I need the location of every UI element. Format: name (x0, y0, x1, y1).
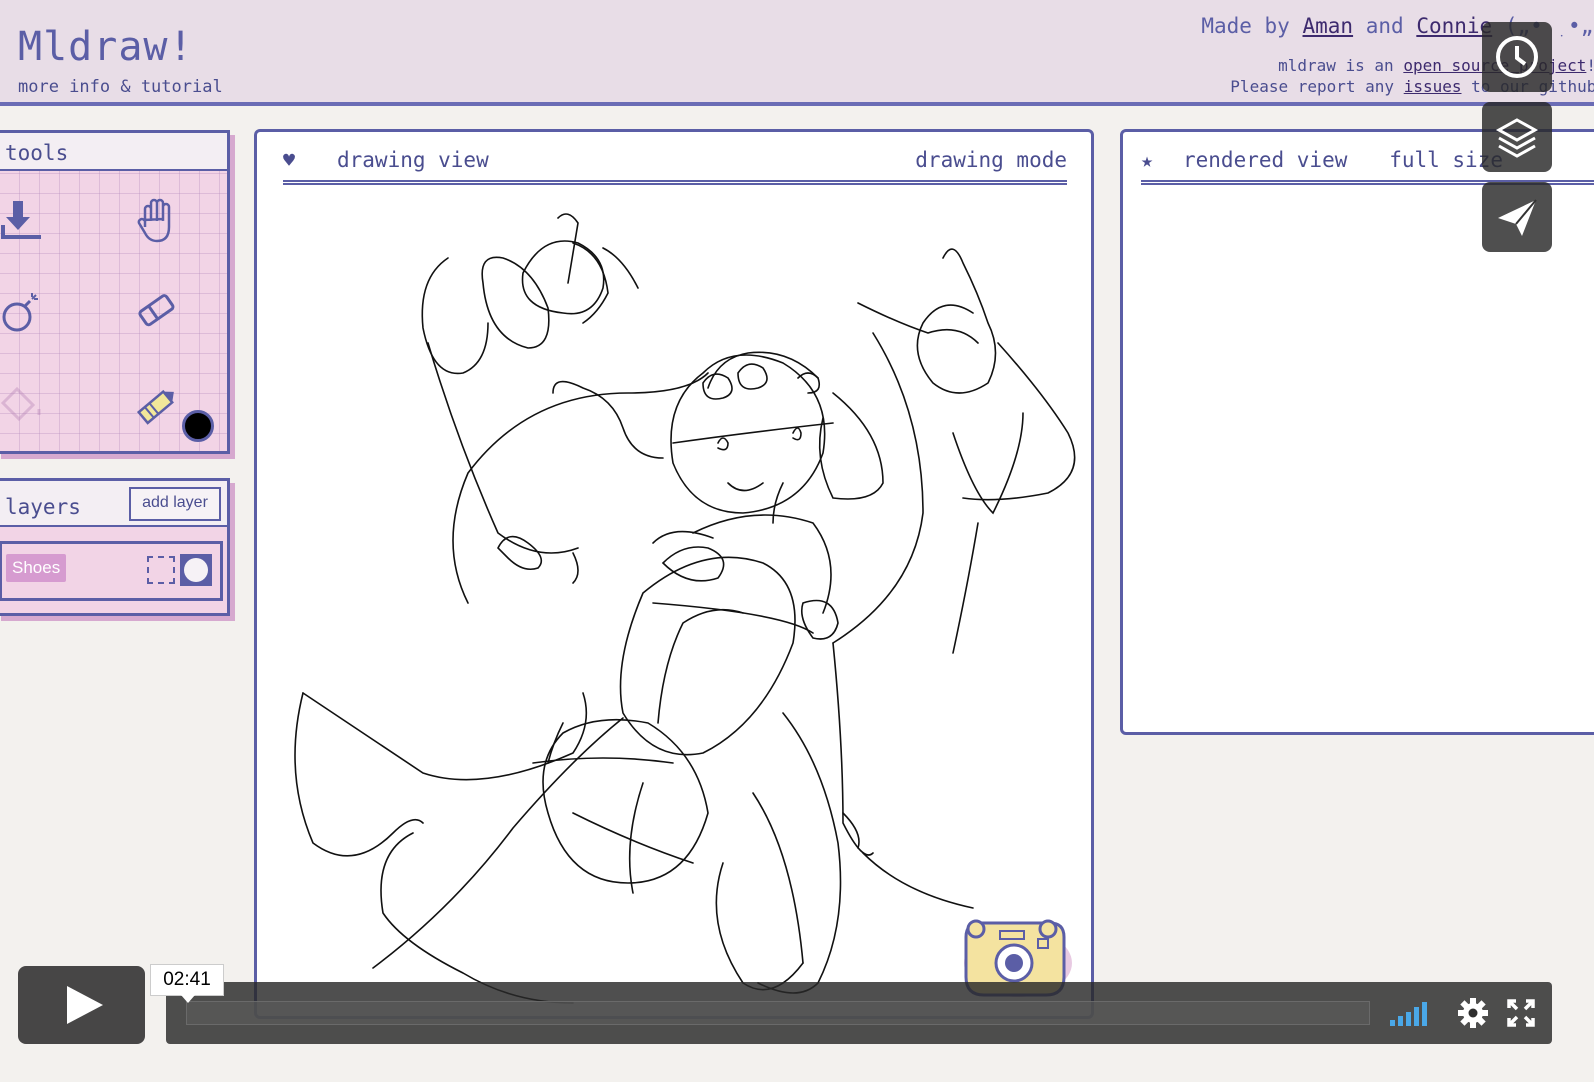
play-button[interactable] (18, 966, 145, 1044)
mask-icon[interactable] (180, 554, 212, 586)
bomb-icon[interactable] (0, 287, 47, 335)
volume-icon[interactable] (1388, 998, 1438, 1032)
credits-and: and (1365, 14, 1404, 38)
layers-panel: layers add layer Shoes (0, 478, 230, 616)
tools-panel: tools (0, 130, 230, 454)
tools-title: tools (5, 141, 69, 165)
add-layer-button[interactable]: add layer (129, 487, 221, 521)
drawing-canvas[interactable] (257, 132, 1091, 1016)
star-icon: ★ (1141, 148, 1154, 172)
settings-icon[interactable] (1456, 996, 1490, 1034)
pencil-icon[interactable] (133, 381, 181, 429)
issues-link[interactable]: issues (1404, 77, 1462, 96)
play-icon (67, 986, 103, 1024)
hand-icon[interactable] (133, 195, 181, 243)
fill-icon[interactable] (0, 381, 47, 429)
credits-prefix: Made by (1201, 14, 1290, 38)
info-prefix: mldraw is an (1278, 56, 1394, 75)
layers-title: layers (5, 495, 81, 519)
fullscreen-icon[interactable] (1506, 998, 1536, 1032)
clock-icon[interactable] (1482, 22, 1552, 92)
layer-name[interactable]: Shoes (6, 554, 67, 582)
report-prefix: Please report any (1230, 77, 1395, 96)
download-icon[interactable] (0, 195, 47, 243)
layer-row[interactable]: Shoes (0, 541, 223, 601)
top-bar: Mldraw! more info & tutorial Made by Ama… (0, 0, 1594, 106)
send-icon[interactable] (1482, 182, 1552, 252)
time-tooltip: 02:41 (150, 964, 224, 1003)
author-link-aman[interactable]: Aman (1303, 14, 1354, 38)
tools-header: tools (0, 133, 227, 171)
color-swatch[interactable] (182, 410, 214, 442)
layers-header: layers add layer (0, 481, 227, 527)
author-link-connie[interactable]: Connie (1416, 14, 1492, 38)
drawing-view-panel: ♥ drawing view drawing mode (254, 129, 1094, 1019)
info-suffix: ! (1586, 56, 1594, 75)
layers-icon[interactable] (1482, 102, 1552, 172)
rendered-view-title: rendered view (1183, 148, 1348, 172)
app-title: Mldraw! (18, 24, 194, 70)
progress-bar[interactable] (186, 1001, 1370, 1025)
eraser-icon[interactable] (133, 287, 181, 335)
player-controls (166, 982, 1552, 1044)
select-icon[interactable] (147, 556, 175, 584)
tutorial-link[interactable]: more info & tutorial (18, 77, 223, 97)
